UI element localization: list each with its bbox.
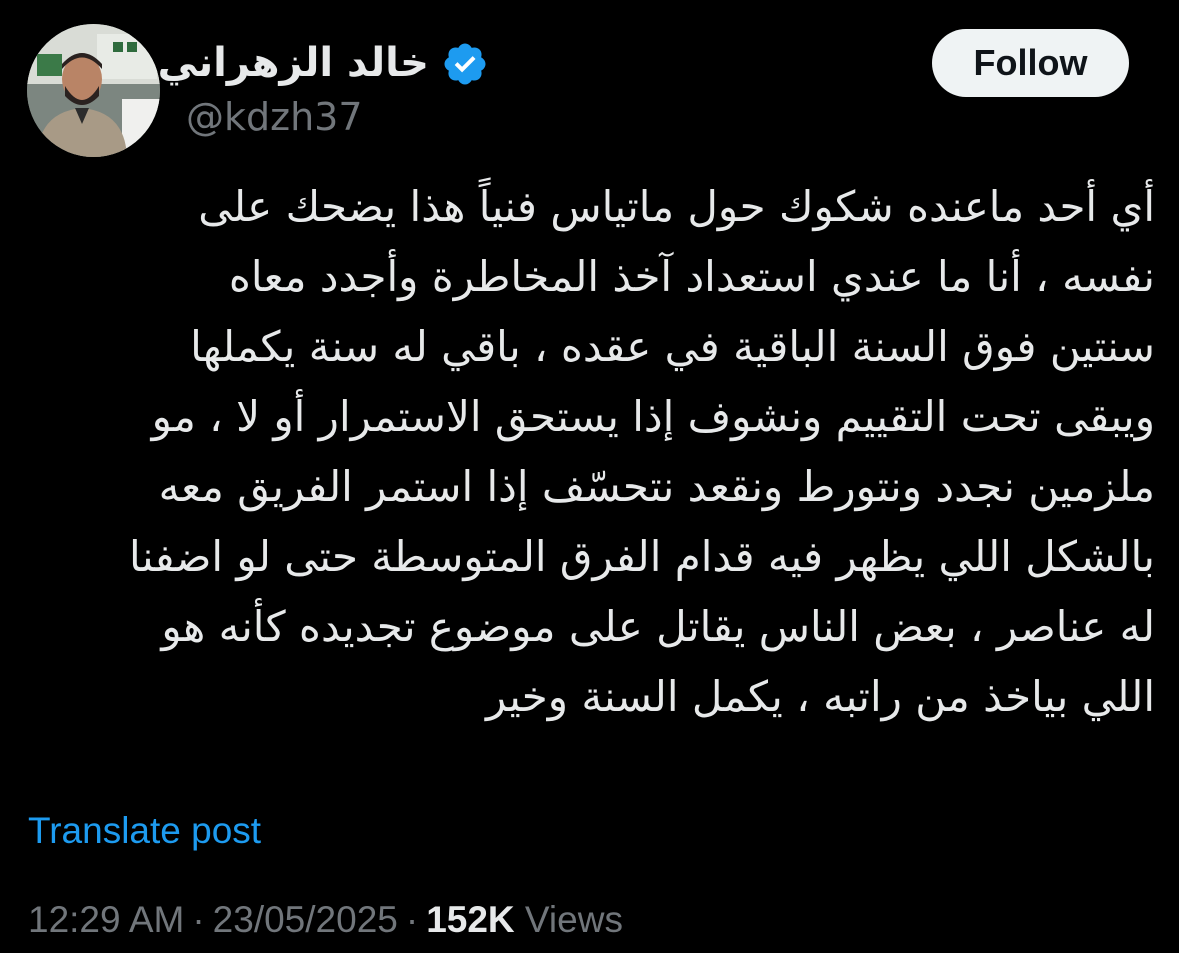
tweet-line: نفسه ، أنا ما عندي استعداد آخذ المخاطرة … [228, 252, 1155, 301]
views-count[interactable]: 152K [426, 899, 514, 940]
profile-photo-icon [27, 24, 160, 157]
tweet-time[interactable]: 12:29 AM [28, 899, 184, 940]
views-label: Views [524, 899, 623, 940]
meta-separator: · [192, 899, 205, 940]
tweet-line: بالشكل اللي يظهر فيه قدام الفرق المتوسطة… [129, 532, 1155, 581]
tweet-line: سنتين فوق السنة الباقية في عقده ، باقي ل… [190, 322, 1155, 371]
tweet-line: أي أحد ماعنده شكوك حول ماتياس فنياً هذا … [198, 182, 1155, 231]
tweet-line: له عناصر ، بعض الناس يقاتل على موضوع تجد… [161, 602, 1155, 651]
tweet-date[interactable]: 23/05/2025 [213, 899, 398, 940]
verified-badge-icon [444, 43, 486, 85]
display-name[interactable]: خالد الزهراني [158, 38, 429, 88]
author-handle[interactable]: @kdzh37 [186, 93, 363, 141]
meta-separator: · [405, 899, 419, 940]
tweet-meta: 12:29 AM · 23/05/2025 · 152K Views [28, 895, 623, 945]
tweet-line: ملزمين نجدد ونتورط ونقعد نتحسّف إذا استم… [158, 462, 1155, 511]
translate-post-link[interactable]: Translate post [28, 808, 261, 854]
avatar[interactable] [27, 24, 160, 157]
tweet-text: أي أحد ماعنده شكوك حول ماتياس فنياً هذا … [15, 172, 1155, 732]
tweet-line: ويبقى تحت التقييم ونشوف إذا يستحق الاستم… [151, 392, 1155, 441]
tweet-line: اللي بياخذ من راتبه ، يكمل السنة وخير [485, 672, 1155, 721]
follow-button[interactable]: Follow [932, 29, 1129, 97]
